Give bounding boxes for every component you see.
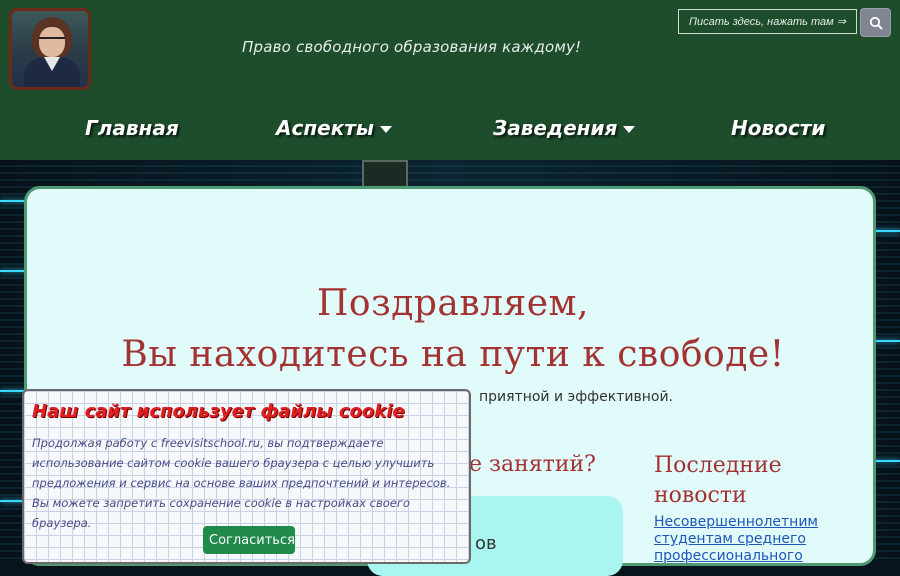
hero-heading-line1: Поздравляем, bbox=[317, 283, 589, 324]
chevron-down-icon bbox=[379, 125, 392, 133]
news-link[interactable]: Несовершеннолетним студентам среднего пр… bbox=[654, 514, 854, 565]
nav-item-aspects[interactable]: Аспекты bbox=[276, 116, 392, 140]
search-icon bbox=[869, 16, 883, 30]
hero-subtitle-text: приятной и эффективной. bbox=[479, 389, 673, 405]
nav-item-label: Заведения bbox=[493, 116, 618, 140]
cookie-accept-button[interactable]: Согласиться bbox=[203, 526, 295, 554]
decorative-tab bbox=[362, 160, 408, 188]
section-title: е занятий? bbox=[469, 452, 596, 477]
chevron-down-icon bbox=[623, 125, 636, 133]
feature-box-text: ов bbox=[475, 533, 497, 554]
nav-item-label: Новости bbox=[731, 116, 826, 140]
nav-item-news[interactable]: Новости bbox=[731, 116, 825, 140]
site-header: Право свободного образования каждому! Гл… bbox=[0, 0, 900, 160]
nav-item-institutions[interactable]: Заведения bbox=[493, 116, 636, 140]
search-button[interactable] bbox=[860, 8, 891, 37]
cookie-banner-title: Наш сайт использует файлы cookie bbox=[32, 401, 405, 422]
site-tagline: Право свободного образования каждому! bbox=[242, 38, 582, 56]
cookie-banner: Наш сайт использует файлы cookie Продолж… bbox=[22, 389, 471, 564]
search-input[interactable] bbox=[678, 9, 857, 34]
nav-item-label: Главная bbox=[85, 116, 179, 140]
nav-item-home[interactable]: Главная bbox=[85, 116, 179, 140]
nav-item-label: Аспекты bbox=[276, 116, 374, 140]
hero-heading-line2: Вы находитесь на пути к свободе! bbox=[121, 334, 785, 375]
news-section-title: Последние новости bbox=[654, 453, 782, 508]
cookie-banner-text: Продолжая работу с freevisitschool.ru, в… bbox=[32, 436, 451, 530]
site-logo-avatar[interactable] bbox=[9, 8, 91, 90]
